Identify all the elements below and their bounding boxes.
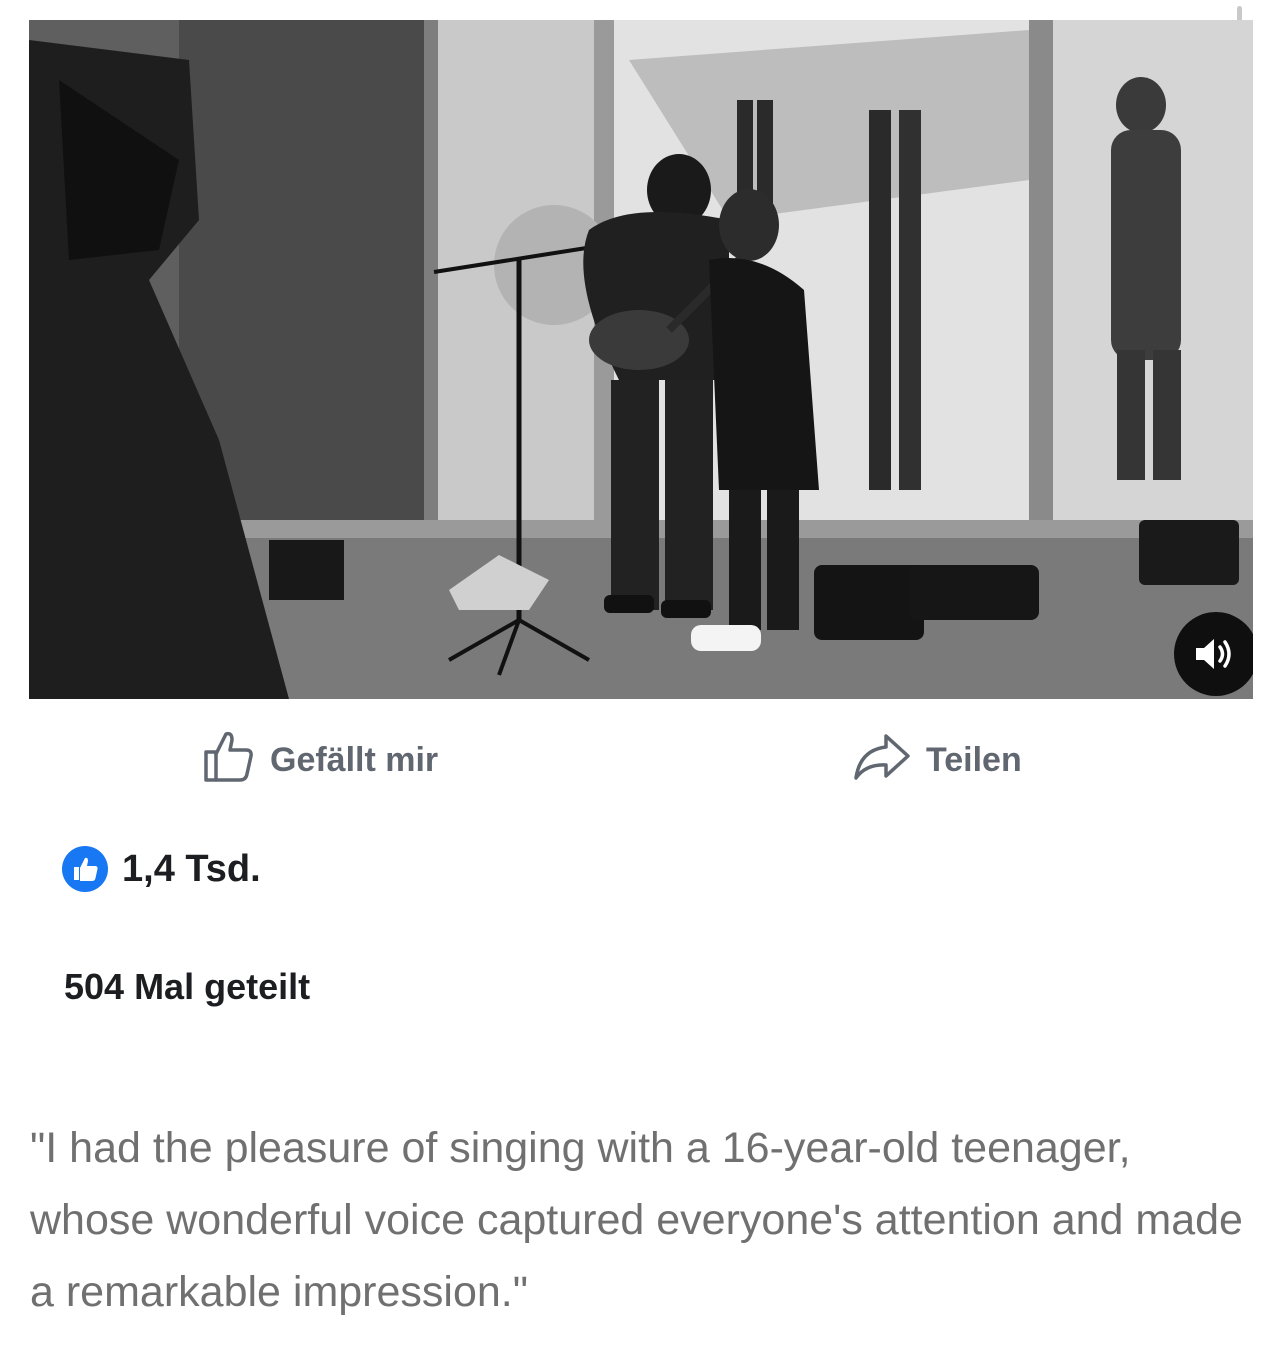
reaction-count[interactable]: 1,4 Tsd.: [62, 846, 261, 892]
post-action-bar: Gefällt mir Teilen: [0, 700, 1282, 810]
post-caption: "I had the pleasure of singing with a 16…: [30, 1124, 1243, 1316]
reaction-count-text: 1,4 Tsd.: [122, 847, 261, 890]
like-label: Gefällt mir: [270, 741, 439, 779]
mute-toggle-button[interactable]: [1174, 612, 1253, 696]
share-button[interactable]: Teilen: [852, 728, 1022, 793]
like-reaction-icon: [62, 846, 108, 892]
share-arrow-icon: [852, 728, 912, 793]
like-button[interactable]: Gefällt mir: [200, 728, 438, 793]
share-label: Teilen: [926, 741, 1022, 779]
share-count[interactable]: 504 Mal geteilt: [64, 966, 310, 1008]
video-frame: [29, 20, 1253, 699]
video-player[interactable]: [29, 20, 1253, 699]
speaker-icon: [1194, 636, 1238, 672]
thumbs-up-icon: [200, 728, 256, 793]
